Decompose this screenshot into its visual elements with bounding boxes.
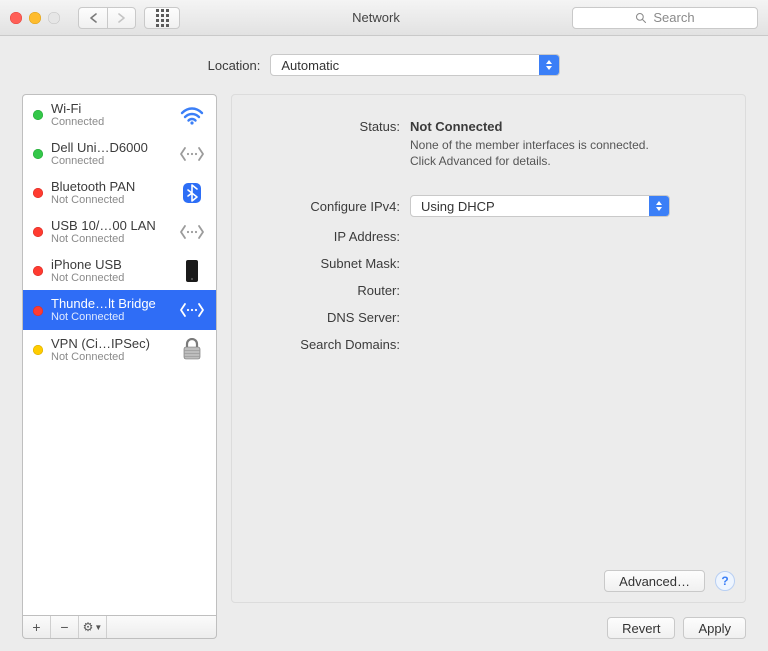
interface-item[interactable]: Dell Uni…D6000Connected xyxy=(23,134,216,173)
ethernet-icon xyxy=(178,297,206,323)
status-label: Status: xyxy=(260,119,400,134)
window-title: Network xyxy=(188,10,564,25)
interface-name: iPhone USB xyxy=(51,257,170,272)
location-row: Location: Automatic xyxy=(22,54,746,76)
search-icon xyxy=(635,12,647,24)
interface-item[interactable]: VPN (Ci…IPSec)Not Connected xyxy=(23,330,216,369)
subnet-label: Subnet Mask: xyxy=(260,256,400,271)
window-controls xyxy=(10,12,60,24)
bluetooth-icon xyxy=(178,180,206,206)
status-dot xyxy=(33,149,43,159)
interfaces-list: Wi-FiConnectedDell Uni…D6000ConnectedBlu… xyxy=(22,94,217,615)
ethernet-icon xyxy=(178,219,206,245)
interface-info: iPhone USBNot Connected xyxy=(51,257,170,284)
action-menu-button[interactable]: ⚙︎▼ xyxy=(79,616,107,638)
interface-detail: Status: Not Connected None of the member… xyxy=(231,94,746,603)
nav-back-forward xyxy=(78,7,136,29)
interface-name: Dell Uni…D6000 xyxy=(51,140,170,155)
ipv4-select[interactable]: Using DHCP xyxy=(410,195,670,217)
interface-status: Connected xyxy=(51,116,170,128)
minimize-window-button[interactable] xyxy=(29,12,41,24)
interface-info: VPN (Ci…IPSec)Not Connected xyxy=(51,336,170,363)
chevron-updown-icon xyxy=(649,196,669,216)
back-button[interactable] xyxy=(79,8,107,28)
search-field[interactable]: Search xyxy=(572,7,758,29)
iphone-icon xyxy=(178,258,206,284)
wifi-icon xyxy=(178,102,206,128)
interface-name: USB 10/…00 LAN xyxy=(51,218,170,233)
add-interface-button[interactable]: + xyxy=(23,616,51,638)
interface-item[interactable]: Wi-FiConnected xyxy=(23,95,216,134)
status-dot xyxy=(33,266,43,276)
ipv4-value: Using DHCP xyxy=(421,199,495,214)
interface-status: Not Connected xyxy=(51,311,170,323)
interface-name: Thunde…lt Bridge xyxy=(51,296,170,311)
remove-interface-button[interactable]: − xyxy=(51,616,79,638)
status-dot xyxy=(33,110,43,120)
interface-status: Not Connected xyxy=(51,351,170,363)
ethernet-icon xyxy=(178,141,206,167)
help-button[interactable]: ? xyxy=(715,571,735,591)
status-dot xyxy=(33,345,43,355)
forward-button[interactable] xyxy=(107,8,135,28)
status-dot xyxy=(33,227,43,237)
interface-item[interactable]: USB 10/…00 LANNot Connected xyxy=(23,212,216,251)
interface-name: VPN (Ci…IPSec) xyxy=(51,336,170,351)
advanced-button[interactable]: Advanced… xyxy=(604,570,705,592)
revert-button[interactable]: Revert xyxy=(607,617,675,639)
interface-info: Wi-FiConnected xyxy=(51,101,170,128)
status-dot xyxy=(33,306,43,316)
interface-info: Dell Uni…D6000Connected xyxy=(51,140,170,167)
interface-name: Bluetooth PAN xyxy=(51,179,170,194)
domains-label: Search Domains: xyxy=(260,337,400,352)
gear-icon: ⚙︎ xyxy=(83,620,94,634)
apply-button[interactable]: Apply xyxy=(683,617,746,639)
zoom-window-button[interactable] xyxy=(48,12,60,24)
search-placeholder: Search xyxy=(653,10,694,25)
chevron-down-icon: ▼ xyxy=(94,623,102,632)
interface-status: Connected xyxy=(51,155,170,167)
interface-status: Not Connected xyxy=(51,194,170,206)
interface-item[interactable]: iPhone USBNot Connected xyxy=(23,251,216,290)
dns-label: DNS Server: xyxy=(260,310,400,325)
close-window-button[interactable] xyxy=(10,12,22,24)
grid-icon xyxy=(156,9,169,27)
status-dot xyxy=(33,188,43,198)
lock-icon xyxy=(178,336,206,362)
interface-name: Wi-Fi xyxy=(51,101,170,116)
interface-info: USB 10/…00 LANNot Connected xyxy=(51,218,170,245)
location-select[interactable]: Automatic xyxy=(270,54,560,76)
interface-info: Thunde…lt BridgeNot Connected xyxy=(51,296,170,323)
ipv4-label: Configure IPv4: xyxy=(260,199,400,214)
title-bar: Network Search xyxy=(0,0,768,36)
sidebar-tools: + − ⚙︎▼ xyxy=(22,615,217,639)
interface-status: Not Connected xyxy=(51,233,170,245)
ip-label: IP Address: xyxy=(260,229,400,244)
status-value: Not Connected xyxy=(410,119,717,134)
interface-item[interactable]: Thunde…lt BridgeNot Connected xyxy=(23,290,216,329)
show-all-prefs-button[interactable] xyxy=(144,7,180,29)
interface-info: Bluetooth PANNot Connected xyxy=(51,179,170,206)
status-note: None of the member interfaces is connect… xyxy=(410,138,717,169)
chevron-updown-icon xyxy=(539,55,559,75)
interface-status: Not Connected xyxy=(51,272,170,284)
interface-item[interactable]: Bluetooth PANNot Connected xyxy=(23,173,216,212)
location-value: Automatic xyxy=(281,58,339,73)
location-label: Location: xyxy=(208,58,261,73)
router-label: Router: xyxy=(260,283,400,298)
